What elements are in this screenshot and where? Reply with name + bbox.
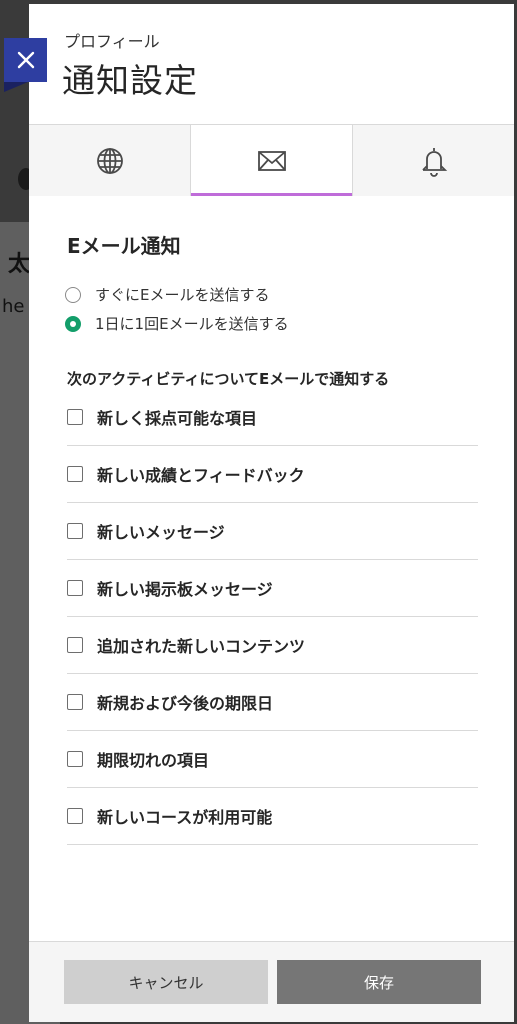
checkbox-label: 新規および今後の期限日 (97, 694, 274, 713)
breadcrumb: プロフィール (64, 32, 160, 51)
radio-button-selected[interactable] (65, 315, 81, 332)
bell-icon (421, 147, 447, 177)
checkbox-label: 新しいコースが利用可能 (97, 808, 273, 827)
checkbox[interactable] (67, 751, 83, 767)
tab-push[interactable] (352, 125, 514, 196)
checkbox-row-messages[interactable]: 新しいメッセージ (67, 503, 478, 560)
notification-settings-panel: プロフィール 通知設定 Eメール通知 すぐにEメールを送信する 1日に1回Eメー… (29, 4, 514, 1022)
envelope-icon (257, 150, 286, 171)
checkbox[interactable] (67, 523, 83, 539)
checkbox-label: 新しく採点可能な項目 (97, 409, 258, 428)
checkbox-label: 期限切れの項目 (97, 751, 210, 770)
save-button[interactable]: 保存 (277, 960, 481, 1004)
activity-heading: 次のアクティビティについてEメールで通知する (67, 370, 390, 388)
background-heading-fragment: 太 (8, 252, 31, 277)
checkbox[interactable] (67, 808, 83, 824)
radio-send-daily[interactable]: 1日に1回Eメールを送信する (65, 313, 289, 334)
checkbox-label: 新しいメッセージ (97, 523, 225, 542)
checkbox[interactable] (67, 637, 83, 653)
radio-send-immediately[interactable]: すぐにEメールを送信する (65, 284, 269, 305)
checkbox[interactable] (67, 694, 83, 710)
checkbox-label: 新しい成績とフィードバック (97, 466, 305, 485)
activity-checkbox-list: 新しく採点可能な項目 新しい成績とフィードバック 新しいメッセージ 新しい掲示板… (67, 389, 478, 845)
checkbox-label: 新しい掲示板メッセージ (97, 580, 273, 599)
page-title: 通知設定 (62, 61, 198, 100)
close-button-tail (4, 82, 28, 92)
panel-header: プロフィール 通知設定 (29, 4, 514, 124)
checkbox-row-new-course[interactable]: 新しいコースが利用可能 (67, 788, 478, 845)
close-icon (17, 51, 34, 69)
cancel-button[interactable]: キャンセル (64, 960, 268, 1004)
background-text-fragment: he (2, 296, 25, 317)
checkbox[interactable] (67, 409, 83, 425)
checkbox-row-gradable-items[interactable]: 新しく採点可能な項目 (67, 389, 478, 446)
checkbox-row-grades-feedback[interactable]: 新しい成績とフィードバック (67, 446, 478, 503)
tab-global[interactable] (29, 125, 190, 196)
checkbox-row-new-content[interactable]: 追加された新しいコンテンツ (67, 617, 478, 674)
checkbox-row-due-dates[interactable]: 新規および今後の期限日 (67, 674, 478, 731)
checkbox-label: 追加された新しいコンテンツ (97, 637, 306, 656)
checkbox-row-overdue-items[interactable]: 期限切れの項目 (67, 731, 478, 788)
checkbox[interactable] (67, 580, 83, 596)
tab-email[interactable] (190, 125, 352, 197)
section-title: Eメール通知 (67, 234, 181, 258)
radio-button[interactable] (65, 286, 81, 303)
panel-footer: キャンセル 保存 (29, 941, 514, 1022)
globe-icon (96, 147, 123, 174)
close-button[interactable] (4, 38, 47, 82)
checkbox[interactable] (67, 466, 83, 482)
email-settings-content: Eメール通知 すぐにEメールを送信する 1日に1回Eメールを送信する 次のアクテ… (29, 196, 514, 941)
radio-label: 1日に1回Eメールを送信する (95, 315, 289, 333)
radio-label: すぐにEメールを送信する (95, 286, 270, 304)
notification-tabs (29, 124, 514, 197)
checkbox-row-discussion-messages[interactable]: 新しい掲示板メッセージ (67, 560, 478, 617)
